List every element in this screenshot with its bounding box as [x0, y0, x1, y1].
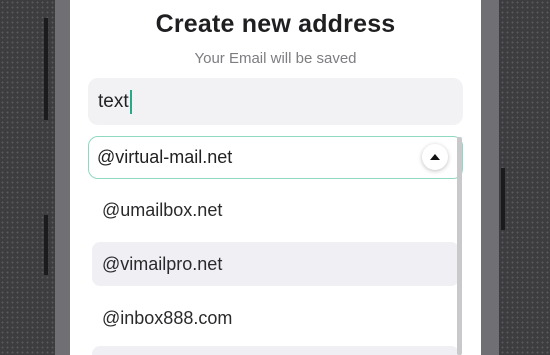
dropdown-scrollbar[interactable] [457, 137, 462, 355]
domain-select-value: @virtual-mail.net [97, 147, 233, 167]
domain-options-list: @umailbox.net @vimailpro.net @inbox888.com [92, 188, 459, 350]
page-subtitle: Your Email will be saved [194, 50, 357, 67]
phone-side-button [44, 18, 48, 120]
domain-option[interactable]: @inbox888.com [92, 296, 459, 340]
domain-option[interactable]: @umailbox.net [92, 188, 459, 232]
chevron-up-icon[interactable] [422, 144, 448, 170]
phone-side-button [501, 168, 505, 230]
phone-side-button [44, 215, 48, 275]
create-address-screen: Create new address Your Email will be sa… [70, 0, 481, 355]
text-caret [129, 89, 132, 114]
domain-select[interactable]: @virtual-mail.net [88, 136, 463, 179]
address-name-input[interactable]: text [88, 78, 463, 125]
domain-option[interactable]: @vimailpro.net [92, 242, 459, 286]
page-title: Create new address [155, 10, 396, 38]
address-name-value: text [98, 90, 129, 112]
list-item[interactable] [92, 346, 459, 355]
